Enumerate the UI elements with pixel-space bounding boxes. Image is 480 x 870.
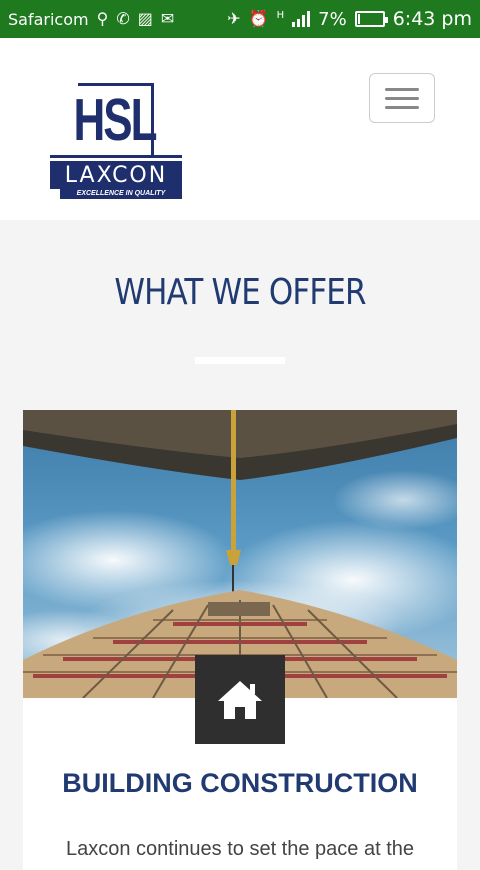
status-bar-left: Safaricom ⚲ ✆ ▨ ✉: [8, 10, 174, 29]
battery-icon: [354, 11, 388, 27]
hamburger-icon-bar: [385, 105, 419, 109]
usb-icon: ⚲: [96, 9, 109, 28]
logo-name: LAXCON: [50, 161, 182, 189]
home-icon-box: [195, 655, 285, 744]
network-type: H: [276, 10, 285, 21]
logo-tagline: EXCELLENCE IN QUALITY: [60, 189, 182, 199]
section-title: WHAT WE OFFER: [114, 272, 366, 313]
carrier-name: Safaricom: [8, 9, 89, 29]
service-card[interactable]: BUILDING CONSTRUCTION Laxcon continues t…: [23, 410, 457, 870]
status-bar: Safaricom ⚲ ✆ ▨ ✉ ✈ ⏰ H 7% 6:43 pm: [0, 0, 480, 38]
home-icon: [218, 680, 262, 719]
logo-rule: [50, 155, 182, 158]
battery-percent: 7%: [318, 8, 347, 30]
image-icon: ▨: [137, 9, 153, 28]
card-text: Laxcon continues to set the pace at the: [65, 838, 415, 860]
whatsapp-icon: ✆: [116, 9, 130, 28]
hamburger-menu-button[interactable]: [369, 73, 435, 123]
clock: 6:43 pm: [392, 8, 472, 30]
message-icon: ✉: [160, 9, 175, 28]
hamburger-icon-bar: [385, 87, 419, 91]
hamburger-icon-bar: [385, 96, 419, 100]
signal-icon: [292, 11, 311, 27]
status-bar-right: ✈ ⏰ H 7% 6:43 pm: [227, 8, 472, 30]
alarm-icon: ⏰: [248, 9, 269, 28]
mute-icon: ✈: [227, 9, 241, 28]
section-divider: [195, 357, 285, 364]
logo-mark: HSL: [74, 83, 158, 155]
site-logo[interactable]: HSL LAXCON EXCELLENCE IN QUALITY: [50, 83, 182, 201]
card-title: BUILDING CONSTRUCTION: [62, 768, 418, 798]
